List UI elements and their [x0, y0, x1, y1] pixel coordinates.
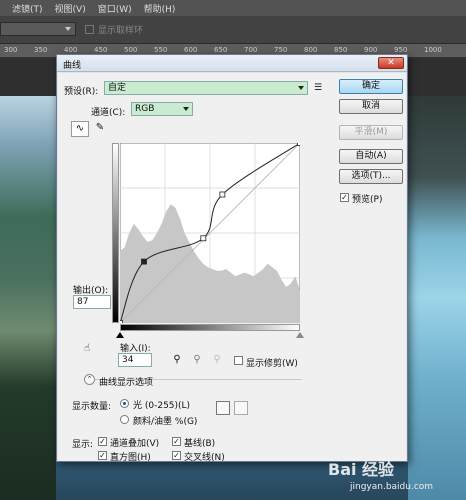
check-icon: ✓ [99, 437, 106, 446]
channel-label: 通道(C): [91, 108, 126, 118]
ruler-tick: 400 [64, 46, 78, 54]
ruler-tick: 800 [304, 46, 318, 54]
input-gradient-bar [120, 324, 300, 331]
ruler-tick: 850 [334, 46, 348, 54]
ruler-tick: 450 [94, 46, 108, 54]
curve-point[interactable] [141, 258, 147, 265]
ok-button[interactable]: 确定 [339, 79, 403, 94]
photo-right-area [408, 96, 466, 500]
ruler-tick: 650 [214, 46, 228, 54]
ruler-tick: 750 [274, 46, 288, 54]
ruler-tick: 900 [364, 46, 378, 54]
dialog-titlebar[interactable]: 曲线 ✕ [57, 55, 407, 72]
curve-graph[interactable] [120, 143, 300, 323]
ruler-tick: 300 [4, 46, 18, 54]
channel-overlays-checkbox[interactable]: ✓ [98, 437, 107, 446]
menu-view[interactable]: 视图(V) [55, 2, 86, 15]
menu-filter[interactable]: 滤镜(T) [12, 2, 43, 15]
baseline-checkbox[interactable]: ✓ [172, 437, 181, 446]
light-label: 光 (0-255)(L) [133, 401, 191, 411]
light-radio[interactable] [120, 399, 129, 408]
channel-value: RGB [135, 104, 155, 114]
black-point-slider[interactable] [116, 332, 124, 338]
watermark-url: jingyan.baidu.com [350, 482, 434, 492]
ruler-tick: 550 [154, 46, 168, 54]
baseline-label: 基线(B) [184, 439, 216, 449]
dialog-title: 曲线 [63, 61, 82, 71]
preview-checkbox[interactable]: ✓ [340, 193, 349, 202]
options-button[interactable]: 选项(T)... [339, 169, 403, 184]
input-field[interactable]: 34 [118, 353, 152, 367]
input-value: 34 [122, 355, 134, 365]
ruler-tick: 700 [244, 46, 258, 54]
preview-label: 预览(P) [352, 195, 383, 205]
curve-point[interactable] [297, 143, 301, 146]
curve-edit-points-icon[interactable]: ∿ [71, 121, 89, 137]
photo-left-area [0, 96, 56, 500]
preset-label: 预设(R): [64, 87, 99, 97]
auto-button[interactable]: 自动(A) [339, 149, 403, 164]
channel-overlays-label: 通道叠加(V) [110, 439, 160, 449]
menu-help[interactable]: 帮助(H) [144, 2, 176, 15]
simple-grid-icon[interactable] [216, 401, 230, 415]
preset-select[interactable]: 自定 [104, 81, 308, 95]
gray-eyedropper-icon[interactable]: ⚲ [188, 353, 206, 369]
check-icon: ✓ [341, 193, 348, 202]
ruler-tick: 600 [184, 46, 198, 54]
curves-dialog: 曲线 ✕ 预设(R): 自定 ☰ 通道(C): RGB ∿ ✎ 输出(O): 8… [56, 54, 408, 463]
ruler-tick: 950 [394, 46, 408, 54]
curve-point[interactable] [200, 235, 207, 242]
sample-size-select[interactable] [0, 22, 76, 36]
ruler-tick: 1000 [424, 46, 442, 54]
intersection-checkbox[interactable]: ✓ [172, 451, 181, 460]
white-eyedropper-icon[interactable]: ⚲ [208, 353, 226, 369]
watermark-logo: Bai 经验 [328, 460, 395, 479]
curve-options-header: 曲线显示选项 [99, 378, 154, 388]
check-icon: ✓ [99, 451, 106, 460]
show-sampling-ring-label: 显示取样环 [98, 26, 144, 36]
histogram-checkbox[interactable]: ✓ [98, 451, 107, 460]
show-label: 显示: [72, 440, 94, 450]
detailed-grid-icon[interactable] [234, 401, 248, 415]
curve-point[interactable] [120, 320, 123, 324]
close-icon: ✕ [387, 58, 395, 68]
white-point-slider[interactable] [296, 332, 304, 338]
preset-options-icon[interactable]: ☰ [314, 83, 324, 93]
show-sampling-ring-checkbox[interactable] [85, 25, 94, 34]
show-clipping-checkbox[interactable] [234, 356, 243, 365]
options-bar: 显示取样环 [0, 16, 466, 44]
channel-select[interactable]: RGB [131, 102, 193, 116]
output-value: 87 [77, 297, 89, 307]
close-button[interactable]: ✕ [378, 57, 404, 69]
cancel-button[interactable]: 取消 [339, 99, 403, 114]
expand-options-icon[interactable]: ⌃ [84, 374, 95, 385]
ps-menubar: 滤镜(T) 视图(V) 窗口(W) 帮助(H) [0, 0, 466, 16]
histogram-label: 直方图(H) [110, 453, 151, 463]
curve-point[interactable] [219, 191, 226, 198]
ruler-tick: 500 [124, 46, 138, 54]
ruler-tick: 350 [34, 46, 48, 54]
check-icon: ✓ [173, 437, 180, 446]
output-gradient-bar [112, 143, 119, 323]
show-clipping-label: 显示修剪(W) [246, 359, 298, 369]
menu-window[interactable]: 窗口(W) [98, 2, 132, 15]
pigment-radio[interactable] [120, 415, 129, 424]
pigment-label: 颜料/油墨 %(G) [133, 417, 198, 427]
output-field[interactable]: 87 [73, 295, 111, 309]
preset-value: 自定 [108, 83, 127, 93]
show-amount-label: 显示数量: [72, 402, 112, 412]
black-eyedropper-icon[interactable]: ⚲ [168, 353, 186, 369]
smooth-button[interactable]: 平滑(M) [339, 125, 403, 140]
check-icon: ✓ [173, 451, 180, 460]
pencil-icon[interactable]: ✎ [91, 121, 109, 137]
intersection-label: 交叉线(N) [184, 453, 225, 463]
dialog-body: 预设(R): 自定 ☰ 通道(C): RGB ∿ ✎ 输出(O): 87 ☝ 输… [58, 73, 406, 463]
target-adjust-hand-icon[interactable]: ☝ [78, 342, 96, 358]
